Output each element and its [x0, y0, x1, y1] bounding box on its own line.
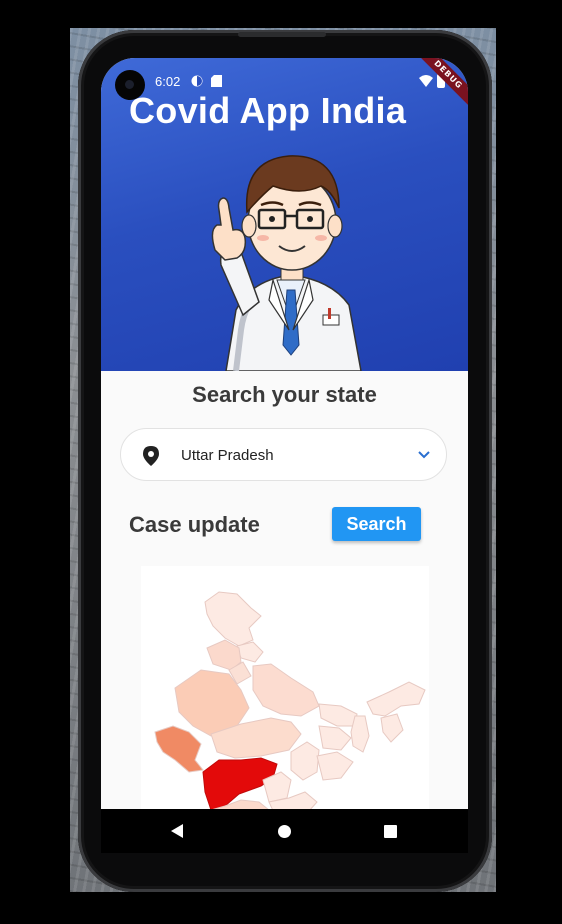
status-bar: 6:02 [101, 72, 468, 92]
app-title: Covid App India [129, 90, 407, 131]
selected-state: Uttar Pradesh [181, 447, 274, 464]
recents-square-icon[interactable] [384, 825, 397, 838]
sd-card-icon [211, 75, 222, 87]
wifi-icon [419, 75, 433, 87]
phone-speaker-slot [238, 32, 326, 37]
location-pin-icon [143, 446, 159, 466]
chevron-down-icon[interactable] [418, 450, 430, 460]
state-dropdown[interactable]: Uttar Pradesh [120, 428, 447, 481]
notification-icon [191, 75, 203, 87]
india-map[interactable] [141, 566, 429, 816]
back-triangle-icon[interactable] [170, 823, 184, 839]
home-circle-icon[interactable] [278, 825, 291, 838]
app-screen: 6:02 DEBUG Covid App India Search your s… [101, 58, 468, 853]
system-navigation-bar [101, 809, 468, 853]
app-header: 6:02 DEBUG Covid App India [101, 58, 468, 371]
india-map-card [141, 566, 429, 816]
doctor-illustration [211, 155, 362, 371]
case-update-heading: Case update [129, 512, 260, 537]
status-time: 6:02 [155, 74, 181, 89]
search-heading: Search your state [192, 382, 377, 407]
search-button[interactable]: Search [332, 507, 421, 541]
